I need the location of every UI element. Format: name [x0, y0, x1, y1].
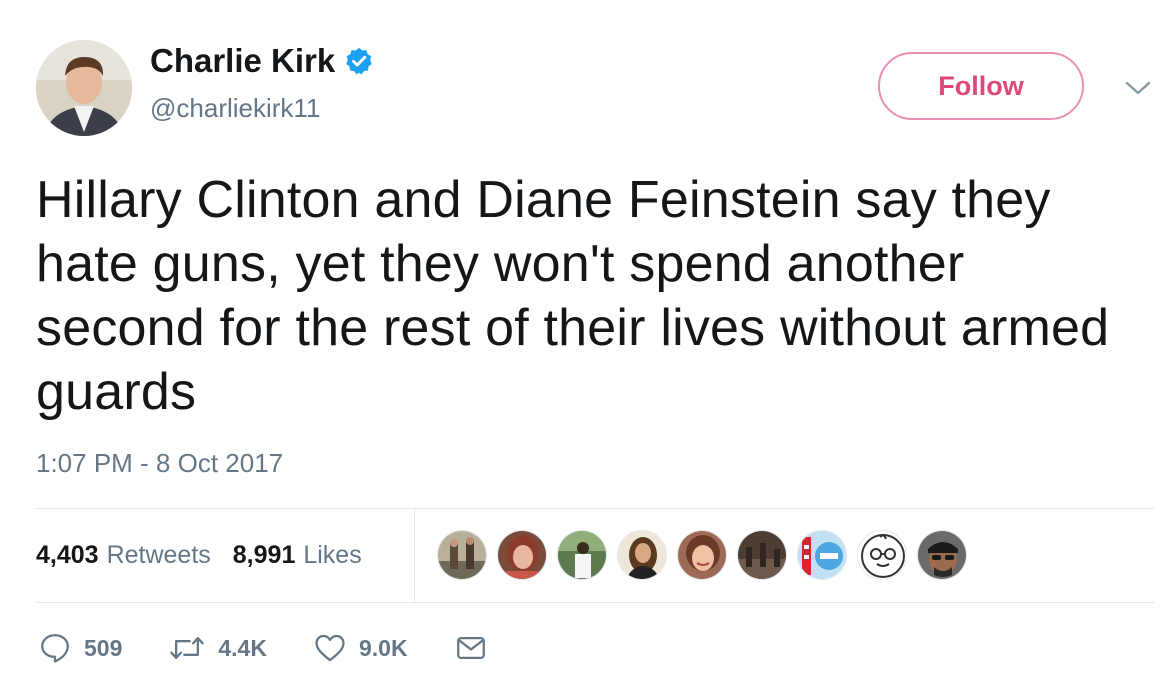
reply-count: 509	[84, 634, 123, 661]
direct-message-button[interactable]	[454, 631, 488, 665]
tweet-actions: 509 4.4K 9.0K	[38, 628, 534, 668]
liker-avatar[interactable]	[557, 530, 607, 580]
liker-avatar[interactable]	[737, 530, 787, 580]
divider-bottom	[36, 602, 1154, 603]
liker-avatar[interactable]	[677, 530, 727, 580]
tweet-text: Hillary Clinton and Diane Feinstein say …	[36, 171, 1110, 421]
liker-avatar[interactable]	[857, 530, 907, 580]
likes-stat[interactable]: 8,991 Likes	[233, 541, 362, 570]
stats-divider	[414, 508, 415, 602]
tweet-timestamp[interactable]: 1:07 PM - 8 Oct 2017	[36, 448, 283, 479]
tweet-stats: 4,403 Retweets 8,991 Likes	[36, 508, 384, 602]
liker-avatar[interactable]	[497, 530, 547, 580]
retweet-icon	[170, 637, 205, 659]
liker-avatars	[437, 530, 977, 582]
liker-avatar[interactable]	[617, 530, 667, 580]
liker-avatar[interactable]	[917, 530, 967, 580]
envelope-icon	[456, 636, 485, 660]
reply-icon	[41, 634, 69, 663]
author-handle[interactable]: @charliekirk11	[150, 93, 320, 124]
verified-badge-icon	[344, 46, 374, 76]
like-button[interactable]: 9.0K	[313, 631, 408, 665]
author-avatar[interactable]	[36, 40, 132, 136]
retweets-stat-count: 4,403	[36, 540, 99, 569]
retweet-count: 4.4K	[218, 634, 267, 661]
author-name-text[interactable]: Charlie Kirk	[150, 42, 335, 80]
reply-button[interactable]: 509	[38, 631, 122, 665]
retweet-button[interactable]: 4.4K	[168, 631, 267, 665]
likes-stat-label: Likes	[303, 540, 362, 569]
follow-button[interactable]: Follow	[878, 52, 1084, 120]
retweets-stat[interactable]: 4,403 Retweets	[36, 541, 211, 570]
likes-stat-count: 8,991	[232, 540, 296, 569]
retweets-stat-label: Retweets	[106, 540, 211, 569]
liker-avatar[interactable]	[797, 530, 847, 580]
heart-icon	[315, 634, 345, 662]
liker-avatar[interactable]	[437, 530, 487, 580]
like-count: 9.0K	[358, 634, 408, 661]
chevron-down-icon[interactable]	[1124, 78, 1152, 98]
author-name[interactable]: Charlie Kirk	[150, 42, 374, 80]
